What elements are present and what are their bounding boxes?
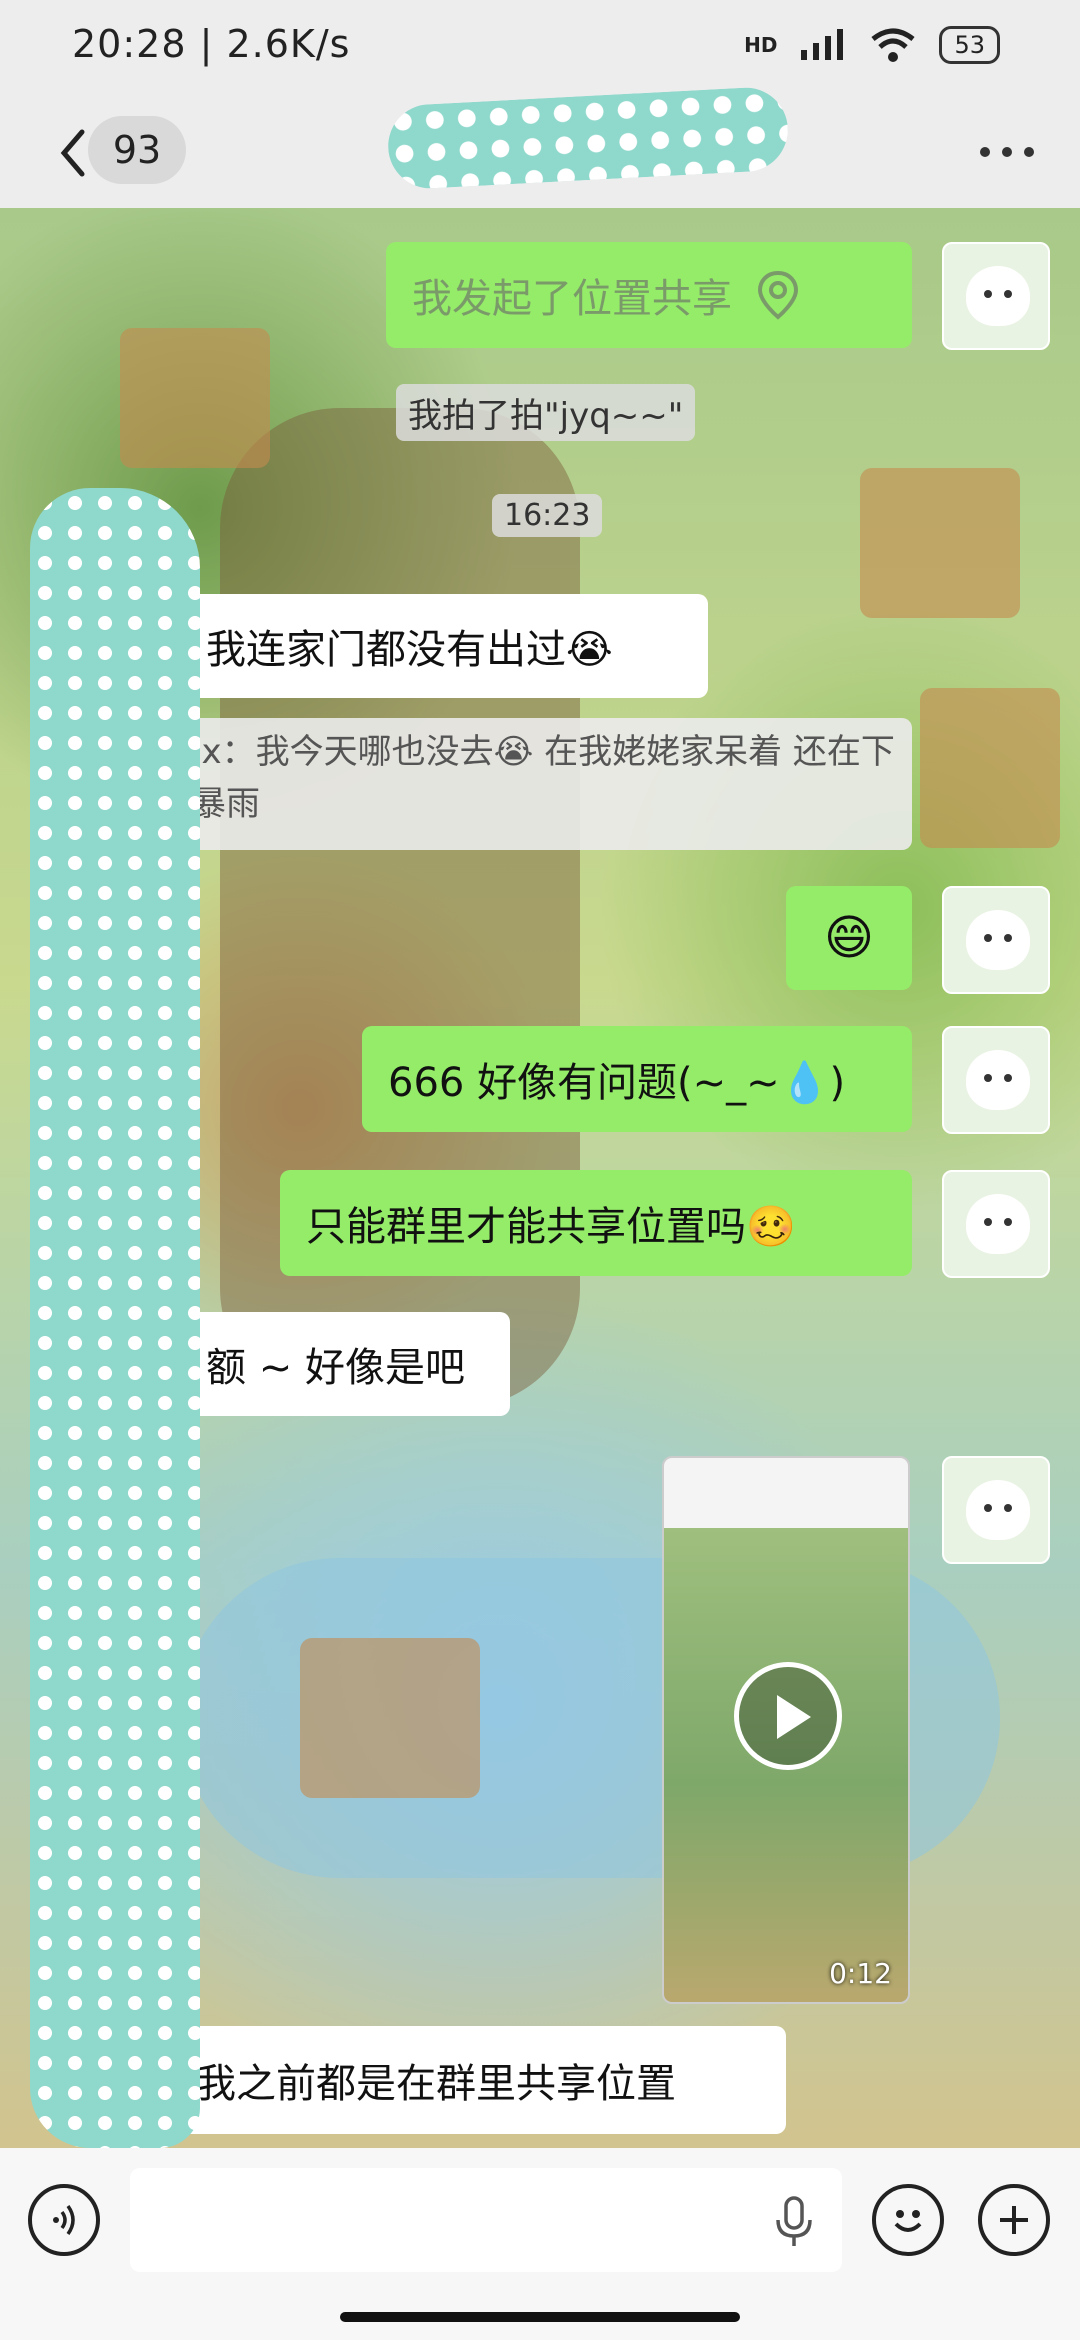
chat-title-redacted	[386, 85, 790, 191]
chat-header: 93	[0, 85, 1080, 208]
status-icons: HD 53	[744, 26, 1000, 64]
avatar-self[interactable]	[942, 886, 1050, 994]
message-bubble-sent[interactable]: 我发起了位置共享	[386, 242, 912, 348]
avatar-redaction-mask	[30, 488, 200, 2148]
signal-icon	[801, 29, 844, 60]
message-text: 666 好像有问题(~_~💧)	[388, 1060, 846, 1106]
message-bubble-received[interactable]: 额 ~ 好像是吧	[180, 1312, 510, 1416]
avatar-self[interactable]	[942, 1456, 1050, 1564]
message-bubble-received[interactable]: 我之前都是在群里共享位置	[170, 2026, 786, 2134]
background-house	[120, 328, 270, 468]
play-icon[interactable]	[734, 1662, 842, 1770]
avatar-self[interactable]	[942, 1170, 1050, 1278]
wifi-icon	[871, 28, 916, 62]
unread-count-badge[interactable]: 93	[88, 116, 186, 184]
message-input[interactable]	[130, 2168, 842, 2272]
status-time: 20:28 | 2.6K/s	[72, 22, 351, 66]
mic-icon[interactable]	[774, 2196, 814, 2248]
message-text: 我之前都是在群里共享位置	[196, 2061, 676, 2107]
location-pin-icon	[757, 270, 799, 320]
voice-icon[interactable]	[28, 2184, 100, 2256]
more-dots-icon[interactable]	[980, 132, 1040, 172]
background-house	[920, 688, 1060, 848]
message-bubble-sent[interactable]: 😄	[786, 886, 912, 990]
plus-icon[interactable]	[978, 2184, 1050, 2256]
battery-indicator: 53	[939, 26, 1000, 64]
message-text: 我发起了位置共享	[412, 276, 732, 322]
timestamp: 16:23	[492, 494, 603, 537]
message-text: 😄	[823, 910, 875, 966]
network-label: HD	[744, 33, 778, 57]
background-house	[300, 1638, 480, 1798]
chat-messages[interactable]: 我发起了位置共享 我拍了拍"jyq~~" 16:23 我连家门都没有出过😭 jx…	[0, 208, 1080, 2148]
status-bar: 20:28 | 2.6K/s HD 53	[0, 0, 1080, 96]
home-indicator[interactable]	[340, 2312, 740, 2322]
message-text: 只能群里才能共享位置吗🥴	[306, 1204, 796, 1250]
message-text: 我连家门都没有出过😭	[206, 627, 613, 673]
quoted-message[interactable]: jx：我今天哪也没去😭 在我姥姥家呆着 还在下暴雨	[180, 718, 912, 850]
background-house	[860, 468, 1020, 618]
message-bubble-received[interactable]: 我连家门都没有出过😭	[180, 594, 708, 698]
system-message: 我拍了拍"jyq~~"	[396, 384, 696, 441]
avatar-self[interactable]	[942, 242, 1050, 350]
message-bubble-sent[interactable]: 666 好像有问题(~_~💧)	[362, 1026, 912, 1132]
message-bubble-sent[interactable]: 只能群里才能共享位置吗🥴	[280, 1170, 912, 1276]
video-message[interactable]: 0:12	[662, 1456, 910, 2004]
emoji-icon[interactable]	[872, 2184, 944, 2256]
video-duration: 0:12	[829, 1957, 892, 1990]
message-text: 额 ~ 好像是吧	[206, 1345, 465, 1391]
avatar-self[interactable]	[942, 1026, 1050, 1134]
